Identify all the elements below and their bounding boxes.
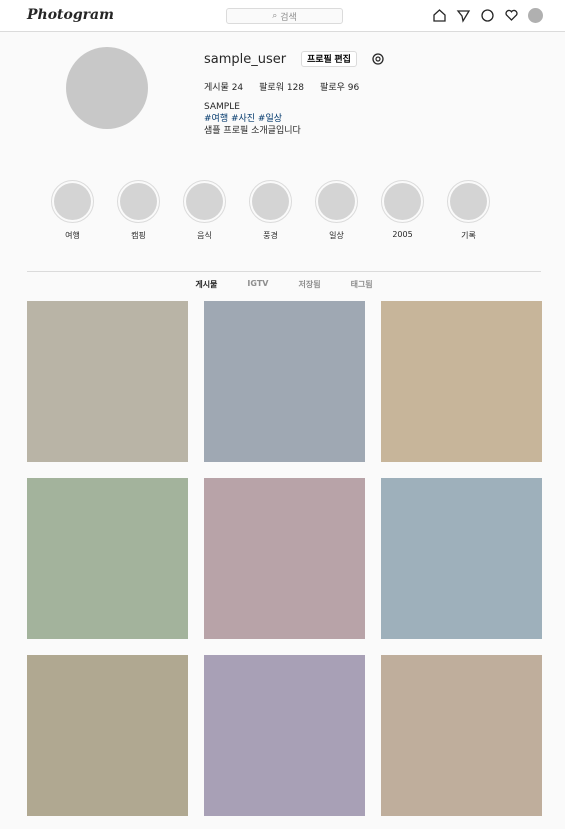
heart-icon[interactable]: [504, 8, 519, 23]
tab-posts[interactable]: 게시물: [195, 279, 217, 290]
post-tile[interactable]: [381, 655, 542, 816]
post-tile[interactable]: [27, 478, 188, 639]
post-tile[interactable]: [204, 655, 365, 816]
followers-count[interactable]: 팔로워 128: [259, 80, 304, 93]
story-highlight[interactable]: 음식: [182, 180, 227, 241]
explore-icon[interactable]: [480, 8, 495, 23]
profile-picture[interactable]: [66, 47, 148, 129]
bio-line: 샘플 프로필 소개글입니다: [204, 126, 301, 136]
search-input[interactable]: ⌕ 검색: [226, 8, 343, 24]
story-highlight[interactable]: 일상: [314, 180, 359, 241]
avatar[interactable]: [528, 8, 543, 23]
direct-icon[interactable]: [456, 8, 471, 23]
post-grid: [27, 301, 542, 816]
tab-igtv[interactable]: IGTV: [247, 279, 268, 290]
post-tile[interactable]: [204, 478, 365, 639]
profile-tabs: 게시물 IGTV 저장됨 태그됨: [27, 279, 541, 290]
story-highlight[interactable]: 2005: [380, 180, 425, 241]
story-highlights: 여행 캠핑 음식 풍경 일상 2005 기록: [50, 180, 491, 241]
edit-profile-button[interactable]: 프로필 편집: [301, 51, 357, 67]
post-tile[interactable]: [204, 301, 365, 462]
gear-icon[interactable]: [371, 52, 385, 66]
post-tile[interactable]: [381, 301, 542, 462]
post-tile[interactable]: [27, 655, 188, 816]
logo[interactable]: Photogram: [27, 7, 114, 23]
bio: SAMPLE #여행 #사진 #일상 샘플 프로필 소개글입니다: [204, 101, 464, 137]
story-highlight[interactable]: 풍경: [248, 180, 293, 241]
post-tile[interactable]: [381, 478, 542, 639]
top-bar: Photogram ⌕ 검색: [0, 0, 565, 32]
home-icon[interactable]: [432, 8, 447, 23]
story-highlight[interactable]: 여행: [50, 180, 95, 241]
story-highlight[interactable]: 기록: [446, 180, 491, 241]
bio-name: SAMPLE: [204, 102, 240, 112]
profile-stats: 게시물 24 팔로워 128 팔로우 96: [204, 80, 359, 93]
bio-line: #여행 #사진 #일상: [204, 114, 283, 124]
post-tile[interactable]: [27, 301, 188, 462]
nav-icons: [432, 8, 543, 23]
search-placeholder: 검색: [280, 12, 297, 23]
following-count[interactable]: 팔로우 96: [320, 80, 359, 93]
story-highlight[interactable]: 캠핑: [116, 180, 161, 241]
tab-tagged[interactable]: 태그됨: [351, 279, 373, 290]
posts-count: 게시물 24: [204, 83, 244, 93]
tab-saved[interactable]: 저장됨: [298, 279, 320, 290]
divider: [27, 271, 541, 272]
username: sample_user: [204, 52, 287, 67]
search-icon: ⌕: [272, 11, 278, 21]
